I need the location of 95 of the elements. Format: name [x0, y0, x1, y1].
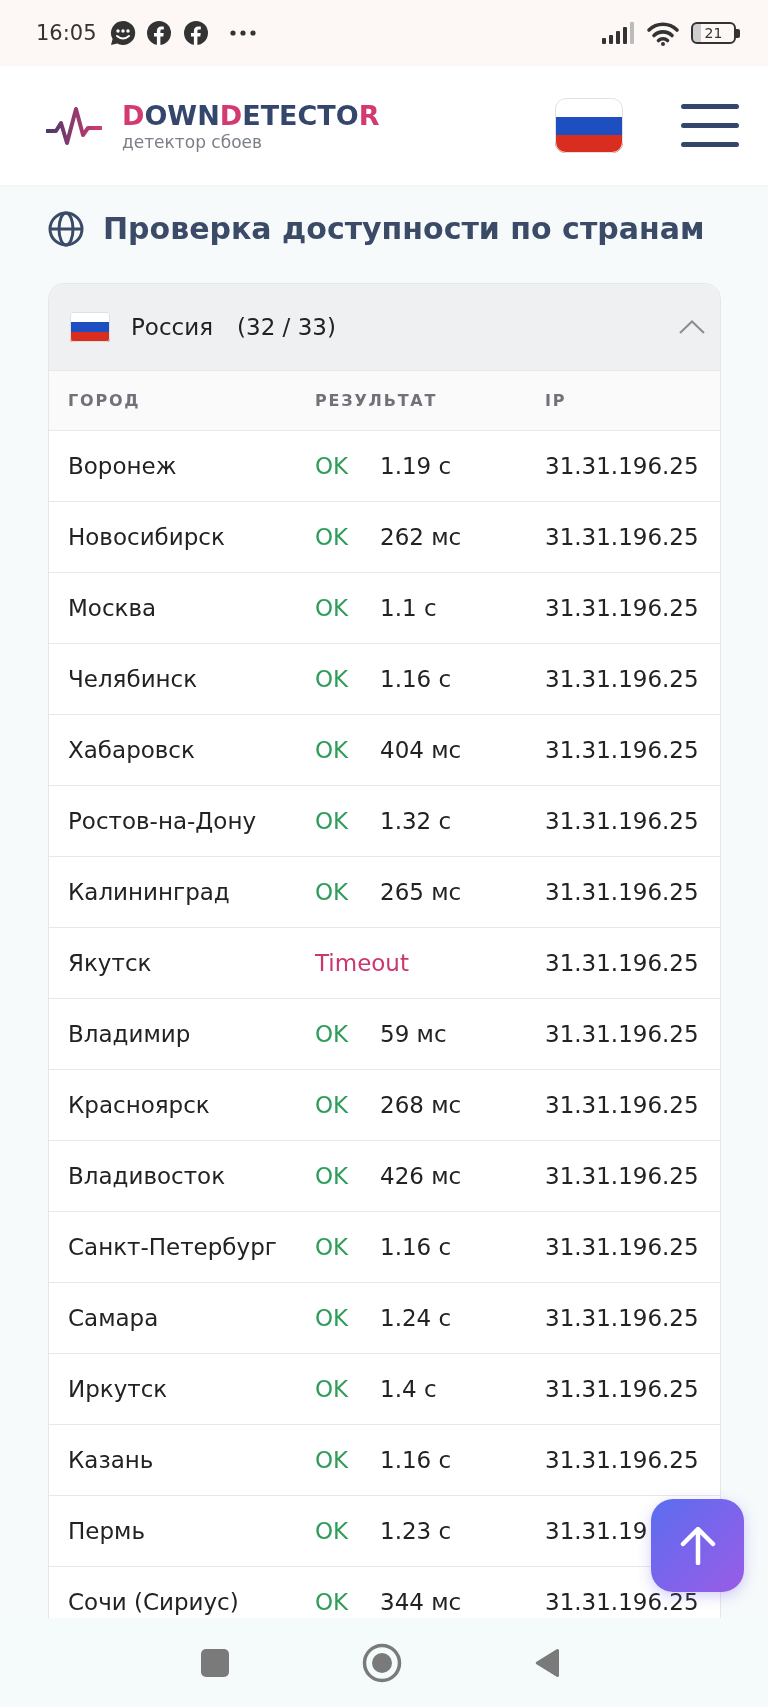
city-name: Калининград: [68, 879, 230, 905]
status-label: OK: [315, 1092, 349, 1118]
ip-address: 31.31.196.25: [545, 453, 699, 479]
city-name: Владимир: [68, 1021, 191, 1047]
response-time: 1.1 с: [380, 595, 437, 621]
column-header: IP: [545, 391, 567, 410]
city-name: Воронеж: [68, 453, 177, 479]
city-name: Челябинск: [68, 666, 198, 692]
f-logo-icon: [146, 21, 171, 45]
response-time: 1.16 с: [380, 1447, 452, 1473]
city-name: Москва: [68, 595, 157, 621]
flag-icon: [70, 312, 110, 342]
city-name: Санкт-Петербург: [68, 1234, 277, 1260]
ip-address: 31.31.196.25: [545, 1447, 699, 1473]
scroll-to-top-button[interactable]: [651, 1499, 744, 1592]
response-time: 1.32 с: [380, 808, 452, 834]
status-label: OK: [315, 524, 349, 550]
section-title: Проверка доступности по странам: [103, 210, 705, 248]
logo-wordmark[interactable]: DOWNDETECTOR: [122, 99, 380, 132]
city-name: Иркутск: [68, 1376, 168, 1402]
status-label: OK: [315, 1376, 349, 1402]
ip-address: 31.31.196.25: [545, 1234, 699, 1260]
status-label: OK: [315, 737, 349, 763]
column-header: РЕЗУЛЬТАТ: [315, 391, 438, 410]
city-name: Красноярск: [68, 1092, 210, 1118]
status-label: OK: [315, 1021, 349, 1047]
response-time: 1.24 с: [380, 1305, 452, 1331]
city-name: Владивосток: [68, 1163, 226, 1189]
battery-indicator: 21: [691, 22, 740, 44]
response-time: 1.19 с: [380, 453, 452, 479]
column-header: ГОРОД: [68, 391, 141, 410]
response-time: 1.23 с: [380, 1518, 452, 1544]
status-label: OK: [315, 1234, 349, 1260]
status-label: OK: [315, 1163, 349, 1189]
ip-address: 31.31.196.25: [545, 1021, 699, 1047]
status-label: OK: [315, 595, 349, 621]
response-time: 344 мс: [380, 1589, 462, 1615]
status-label: OK: [315, 666, 349, 692]
city-name: Якутск: [68, 950, 152, 976]
pulse-logo-icon[interactable]: [46, 105, 102, 146]
status-label: OK: [315, 1305, 349, 1331]
response-time: 1.4 с: [380, 1376, 437, 1402]
wifi-icon: [646, 20, 680, 46]
city-name: Пермь: [68, 1518, 145, 1544]
status-label: OK: [315, 453, 349, 479]
ip-address: 31.31.196.25: [545, 666, 699, 692]
status-label: OK: [315, 808, 349, 834]
chevron-up-icon[interactable]: [679, 320, 705, 334]
logo-tagline: детектор сбоев: [122, 131, 264, 152]
globe-icon: [48, 211, 84, 247]
city-name: Казань: [68, 1447, 154, 1473]
square-icon[interactable]: [201, 1648, 229, 1677]
response-time: 262 мс: [380, 524, 462, 550]
chat-bubble-icon: [109, 20, 136, 46]
home-icon[interactable]: [362, 1642, 402, 1683]
city-name: Самара: [68, 1305, 159, 1331]
back-icon[interactable]: [535, 1647, 561, 1678]
accordion-header[interactable]: Россия (32 / 33): [49, 284, 720, 370]
response-time: 268 мс: [380, 1092, 462, 1118]
flag-icon[interactable]: [555, 98, 623, 153]
more-icon: [229, 30, 256, 36]
response-time: 265 мс: [380, 879, 462, 905]
ip-address: 31.31.196.25: [545, 1589, 699, 1615]
ip-address: 31.31.19: [545, 1518, 648, 1544]
ip-address: 31.31.196.25: [545, 879, 699, 905]
status-label: OK: [315, 1518, 349, 1544]
ip-address: 31.31.196.25: [545, 1376, 699, 1402]
ip-address: 31.31.196.25: [545, 1163, 699, 1189]
ip-address: 31.31.196.25: [545, 737, 699, 763]
country-count: (32 / 33): [237, 314, 336, 340]
ip-address: 31.31.196.25: [545, 524, 699, 550]
country-name: Россия: [131, 314, 214, 340]
response-time: 59 мс: [380, 1021, 447, 1047]
arrow-up-icon: [679, 1526, 716, 1565]
response-time: 404 мс: [380, 737, 462, 763]
status-label: OK: [315, 1589, 349, 1615]
status-label: OK: [315, 879, 349, 905]
ip-address: 31.31.196.25: [545, 950, 699, 976]
city-name: Хабаровск: [68, 737, 195, 763]
f-logo-icon: [183, 21, 208, 45]
city-name: Новосибирск: [68, 524, 225, 550]
response-time: 426 мс: [380, 1163, 462, 1189]
response-time: 1.16 с: [380, 1234, 452, 1260]
clock-time: 16:05: [36, 22, 97, 44]
ip-address: 31.31.196.25: [545, 1092, 699, 1118]
ip-address: 31.31.196.25: [545, 595, 699, 621]
city-name: Ростов-на-Дону: [68, 808, 257, 834]
status-label: OK: [315, 1447, 349, 1473]
ip-address: 31.31.196.25: [545, 808, 699, 834]
ip-address: 31.31.196.25: [545, 1305, 699, 1331]
status-label: Timeout: [315, 950, 409, 976]
signal-icon: [602, 22, 636, 44]
response-time: 1.16 с: [380, 666, 452, 692]
city-name: Сочи (Сириус): [68, 1589, 239, 1615]
menu-icon[interactable]: [681, 104, 739, 147]
